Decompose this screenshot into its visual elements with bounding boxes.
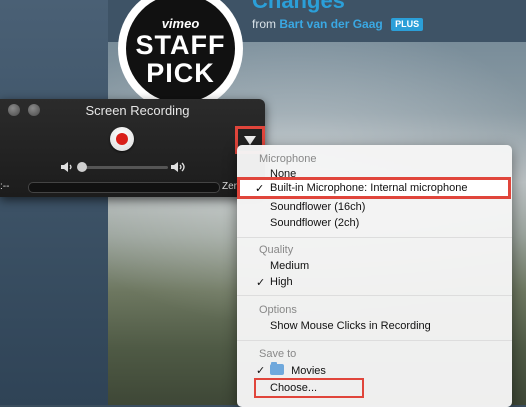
author-link[interactable]: Bart van der Gaag: [279, 17, 382, 31]
menu-separator: [237, 340, 512, 341]
elapsed-time: :--: [0, 181, 10, 192]
byline-prefix: from: [252, 17, 276, 31]
menu-header-quality: Quality: [259, 244, 294, 256]
menu-item-save-movies[interactable]: ✓ Movies: [256, 362, 326, 377]
video-byline: from Bart van der Gaag PLUS: [252, 17, 424, 31]
folder-icon: [270, 362, 284, 375]
triangle-down-icon: [244, 136, 256, 145]
file-size-readout: Zer: [222, 181, 237, 192]
staff-pick-staff-text: STAFF: [135, 30, 226, 60]
volume-low-icon: [61, 162, 72, 172]
record-dot-icon: [116, 133, 128, 145]
menu-item-label: Built-in Microphone: Internal microphone: [270, 182, 468, 194]
checkmark-icon: ✓: [256, 365, 266, 377]
menu-item-show-mouse-clicks[interactable]: Show Mouse Clicks in Recording: [270, 320, 431, 332]
checkmark-icon: ✓: [256, 277, 266, 289]
menu-item-label: Movies: [291, 365, 326, 377]
recording-progress-bar: [28, 182, 220, 193]
menu-item-choose[interactable]: Choose...: [270, 382, 317, 394]
staff-pick-vimeo-text: vimeo: [161, 16, 200, 31]
video-title[interactable]: Changes: [252, 0, 345, 14]
checkmark-icon: ✓: [255, 183, 265, 195]
menu-header-options: Options: [259, 304, 297, 316]
menu-item-soundflower-16ch[interactable]: Soundflower (16ch): [270, 201, 365, 213]
menu-item-quality-medium[interactable]: Medium: [270, 260, 309, 272]
staff-pick-pick-text: PICK: [146, 58, 215, 88]
menu-item-soundflower-2ch[interactable]: Soundflower (2ch): [270, 217, 359, 229]
volume-slider-track[interactable]: [80, 166, 168, 169]
window-title: Screen Recording: [85, 103, 190, 118]
menu-separator: [237, 295, 512, 296]
window-titlebar[interactable]: Screen Recording: [0, 99, 265, 121]
menu-item-quality-high[interactable]: ✓ High: [256, 276, 293, 289]
plus-badge: PLUS: [391, 18, 424, 31]
menu-header-save-to: Save to: [259, 348, 297, 360]
menu-item-label: High: [270, 276, 293, 288]
volume-high-icon: [171, 162, 185, 172]
volume-slider-knob[interactable]: [77, 162, 87, 172]
record-button[interactable]: [110, 127, 134, 151]
menu-item-builtin-microphone[interactable]: ✓ Built-in Microphone: Internal micropho…: [237, 177, 511, 199]
staff-pick-inner: vimeo STAFF PICK: [126, 0, 235, 103]
recording-options-menu: Microphone None ✓ Built-in Microphone: I…: [237, 145, 512, 407]
background-left-panel: [0, 0, 108, 405]
menu-header-microphone: Microphone: [259, 153, 317, 165]
menu-separator: [237, 237, 512, 238]
